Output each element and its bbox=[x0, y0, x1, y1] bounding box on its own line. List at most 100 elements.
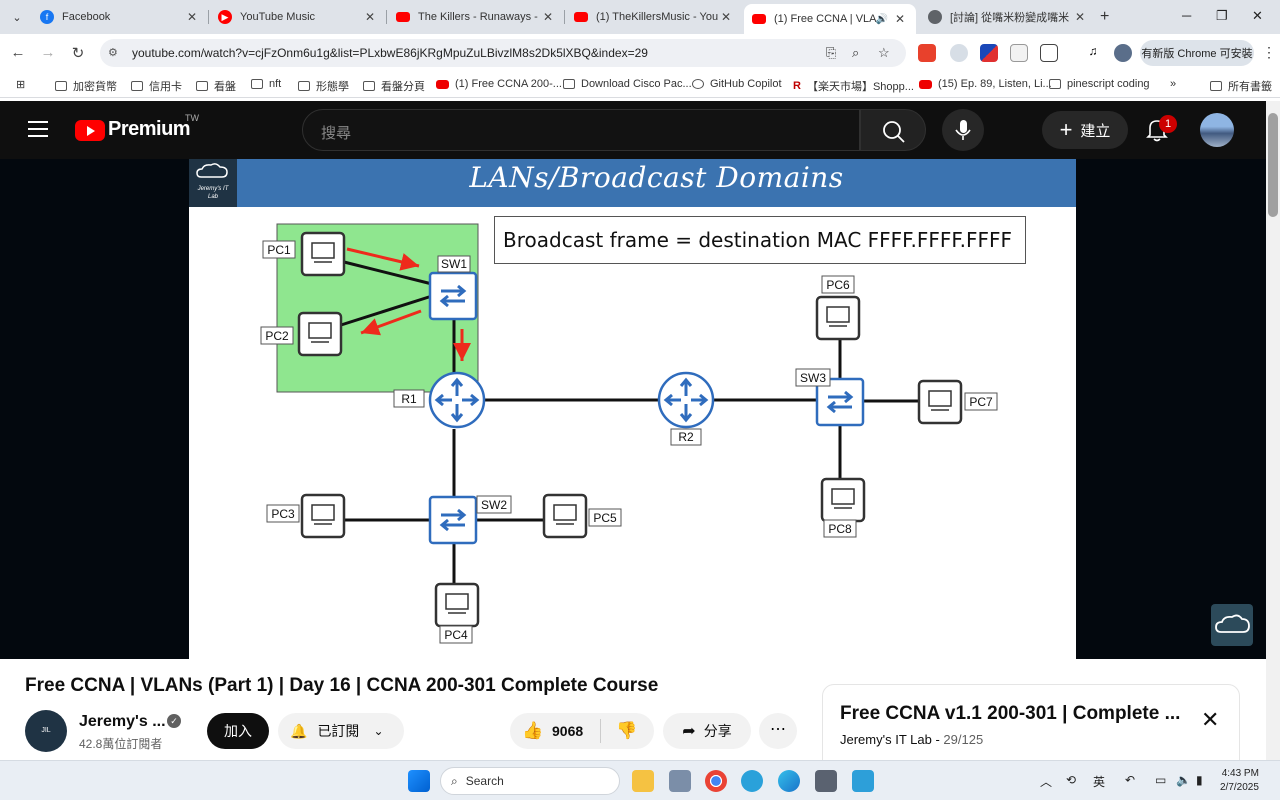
show-hidden-icons[interactable]: ︿ bbox=[1040, 773, 1052, 790]
subscribed-button[interactable]: 🔔 已訂閱 ⌄ bbox=[278, 713, 404, 749]
notepad-icon[interactable] bbox=[852, 770, 874, 792]
scrollbar-thumb[interactable] bbox=[1268, 113, 1278, 217]
bookmark-folder[interactable]: 看盤 bbox=[196, 78, 236, 94]
bookmark-folder[interactable]: 看盤分頁 bbox=[363, 78, 425, 94]
tab-killers-runaways[interactable]: The Killers - Runaways - Yo ✕ bbox=[388, 4, 564, 30]
forward-button[interactable]: → bbox=[38, 44, 58, 61]
playlist-title[interactable]: Free CCNA v1.1 200-301 | Complete ... bbox=[840, 703, 1180, 725]
new-tab-button[interactable]: + bbox=[1100, 8, 1109, 26]
reload-button[interactable]: ↻ bbox=[68, 44, 88, 62]
file-explorer-icon[interactable] bbox=[632, 770, 654, 792]
all-bookmarks-folder[interactable]: 所有書籤 bbox=[1210, 78, 1272, 94]
tab-search-button[interactable]: ⌄ bbox=[6, 6, 28, 28]
r2-router-icon bbox=[657, 371, 715, 429]
search-icon bbox=[883, 121, 905, 143]
close-tab-icon[interactable]: ✕ bbox=[892, 12, 908, 26]
more-bookmarks-icon[interactable]: » bbox=[1170, 78, 1176, 90]
pc5-icon bbox=[542, 493, 588, 539]
tab-youtube-music[interactable]: ▶ YouTube Music ✕ bbox=[210, 4, 386, 30]
install-app-icon[interactable]: ⎘ bbox=[826, 45, 836, 61]
search-input[interactable]: 搜尋 bbox=[302, 109, 860, 151]
pc3-label: PC3 bbox=[271, 507, 295, 521]
close-tab-icon[interactable]: ✕ bbox=[184, 10, 200, 24]
user-avatar[interactable] bbox=[1200, 113, 1234, 147]
search-icon: ⌕ bbox=[451, 773, 458, 788]
extension-flag-icon[interactable] bbox=[980, 44, 998, 62]
bookmark-folder[interactable]: nft bbox=[251, 78, 281, 90]
tab-free-ccna-active[interactable]: (1) Free CCNA | VLANs 🔊 ✕ bbox=[744, 4, 916, 34]
extension-icon[interactable] bbox=[1010, 44, 1028, 62]
close-tab-icon[interactable]: ✕ bbox=[362, 10, 378, 24]
chrome-menu-icon[interactable]: ⋮ bbox=[1262, 44, 1276, 61]
windows-start-icon[interactable] bbox=[408, 770, 430, 792]
close-tab-icon[interactable]: ✕ bbox=[718, 10, 734, 24]
restore-button[interactable]: ❐ bbox=[1216, 8, 1228, 24]
volume-icon[interactable]: 🔈 bbox=[1176, 773, 1191, 787]
extension-icon[interactable] bbox=[950, 44, 968, 62]
like-button[interactable]: 👍 bbox=[522, 721, 543, 741]
bookmark-folder[interactable]: 形態學 bbox=[298, 78, 349, 94]
close-playlist-button[interactable]: ✕ bbox=[1201, 707, 1219, 733]
tab-forum-post[interactable]: [討論] 從嘴米粉變成嘴米 ✕ bbox=[920, 4, 1096, 30]
bookmark-folder[interactable]: pinescript coding bbox=[1049, 78, 1150, 90]
bookmark-folder[interactable]: 加密貨幣 bbox=[55, 78, 117, 94]
close-window-button[interactable]: ✕ bbox=[1252, 8, 1263, 24]
search-button[interactable] bbox=[860, 109, 926, 151]
audio-playing-icon[interactable]: 🔊 bbox=[876, 14, 888, 25]
calculator-icon[interactable] bbox=[815, 770, 837, 792]
youtube-premium-logo[interactable]: Premium bbox=[108, 118, 191, 141]
telegram-icon[interactable] bbox=[741, 770, 763, 792]
bookmark-folder[interactable]: 信用卡 bbox=[131, 78, 182, 94]
network-icon[interactable]: ▭ bbox=[1155, 773, 1166, 787]
region-code: TW bbox=[185, 113, 199, 123]
bookmark-link[interactable]: Download Cisco Pac... bbox=[563, 78, 692, 90]
extension-new-icon[interactable] bbox=[918, 44, 936, 62]
edge-icon[interactable] bbox=[778, 770, 800, 792]
taskbar-search[interactable]: ⌕ Search bbox=[440, 767, 620, 795]
join-button[interactable]: 加入 bbox=[207, 713, 269, 749]
media-control-icon[interactable]: ♫ bbox=[1084, 44, 1102, 62]
site-info-icon[interactable]: ⚙ bbox=[108, 46, 118, 59]
r1-label: R1 bbox=[401, 392, 417, 406]
chrome-update-button[interactable]: 有新版 Chrome 可安裝 bbox=[1140, 40, 1254, 66]
tab-separator bbox=[386, 10, 387, 24]
bookmark-link[interactable]: R 【楽天市場】Shopp... bbox=[793, 78, 914, 94]
bookmark-link[interactable]: (1) Free CCNA 200-... bbox=[436, 78, 562, 90]
bookmark-link[interactable]: GitHub Copilot bbox=[692, 78, 782, 90]
voice-search-button[interactable] bbox=[942, 109, 984, 151]
tab-facebook[interactable]: f Facebook ✕ bbox=[32, 4, 208, 30]
apps-grid-icon[interactable]: ⊞ bbox=[16, 78, 25, 91]
share-button[interactable]: ➦ 分享 bbox=[663, 713, 751, 749]
pc5-label: PC5 bbox=[593, 511, 617, 525]
minimize-button[interactable]: ─ bbox=[1182, 8, 1191, 23]
youtube-logo-icon[interactable] bbox=[75, 120, 105, 141]
app-icon[interactable] bbox=[669, 770, 691, 792]
extensions-puzzle-icon[interactable] bbox=[1040, 44, 1058, 62]
chrome-icon[interactable] bbox=[705, 770, 727, 792]
undo-icon[interactable]: ↶ bbox=[1125, 773, 1135, 787]
microphone-icon bbox=[955, 120, 971, 140]
channel-name[interactable]: Jeremy's ... bbox=[79, 713, 166, 731]
close-tab-icon[interactable]: ✕ bbox=[540, 10, 556, 24]
create-button[interactable]: + 建立 bbox=[1042, 111, 1128, 149]
bookmark-star-icon[interactable]: ☆ bbox=[878, 45, 890, 61]
ime-indicator[interactable]: 英 bbox=[1093, 773, 1105, 790]
url-text[interactable]: youtube.com/watch?v=cjFzOnm6u1g&list=PLx… bbox=[132, 46, 648, 60]
menu-hamburger-icon[interactable] bbox=[28, 121, 48, 137]
back-button[interactable]: ← bbox=[8, 44, 28, 61]
zoom-icon[interactable]: ⌕ bbox=[852, 45, 859, 61]
address-bar[interactable]: ⚙ youtube.com/watch?v=cjFzOnm6u1g&list=P… bbox=[100, 39, 906, 67]
dislike-button[interactable]: 👎 bbox=[616, 721, 637, 741]
channel-avatar[interactable]: JIL bbox=[25, 710, 67, 752]
folder-icon bbox=[298, 81, 310, 91]
close-tab-icon[interactable]: ✕ bbox=[1072, 10, 1088, 24]
folder-icon bbox=[251, 79, 263, 89]
more-actions-button[interactable]: ⋯ bbox=[759, 713, 797, 749]
sync-icon[interactable]: ⟲ bbox=[1066, 773, 1076, 787]
channel-watermark-icon[interactable] bbox=[1211, 604, 1253, 646]
tab-killers-music[interactable]: (1) TheKillersMusic - YouTu ✕ bbox=[566, 4, 742, 30]
profile-icon[interactable] bbox=[1114, 44, 1132, 62]
system-clock[interactable]: 4:43 PM 2/7/2025 bbox=[1220, 767, 1259, 795]
bookmark-link[interactable]: (15) Ep. 89, Listen, Li... bbox=[919, 78, 1052, 90]
battery-icon[interactable]: ▮ bbox=[1196, 773, 1203, 787]
